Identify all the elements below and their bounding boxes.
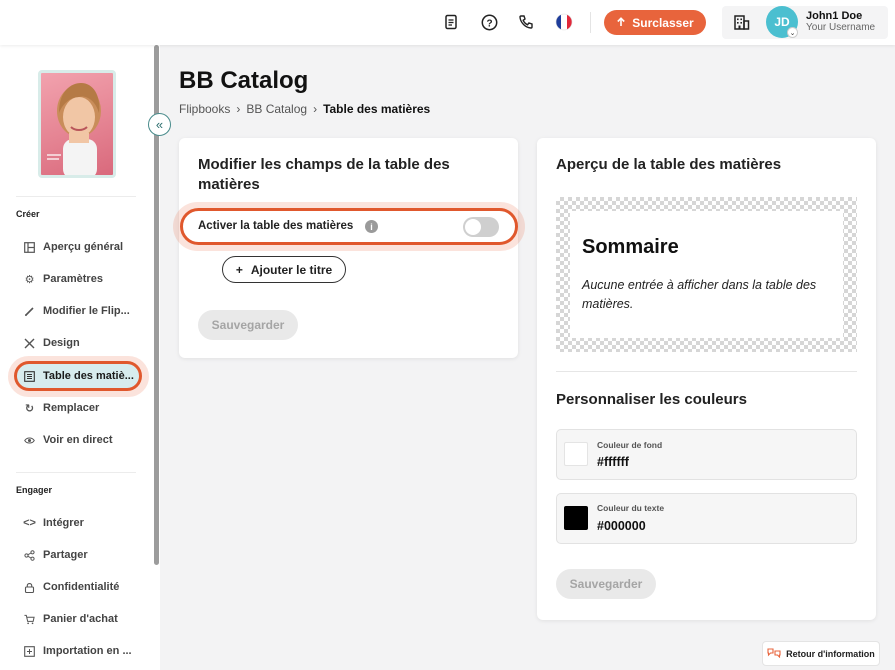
sidebar-item-toc[interactable]: Table des matiè... bbox=[24, 366, 134, 386]
text-color-swatch[interactable] bbox=[564, 506, 588, 530]
sidebar-item-label: Voir en direct bbox=[43, 434, 113, 446]
list-icon bbox=[24, 370, 35, 382]
sidebar-item-share[interactable]: Partager bbox=[24, 545, 88, 565]
enable-toc-label: Activer la table des matières bbox=[198, 220, 354, 232]
sidebar-item-settings[interactable]: ⚙ Paramètres bbox=[24, 269, 103, 289]
upgrade-button[interactable]: Surclasser bbox=[604, 10, 706, 35]
sidebar-item-label: Paramètres bbox=[43, 273, 103, 285]
preview-card-heading: Aperçu de la table des matières bbox=[556, 156, 782, 173]
sidebar-item-label: Aperçu général bbox=[43, 241, 124, 253]
breadcrumb: Flipbooks › BB Catalog › Table des matiè… bbox=[179, 102, 430, 116]
save-button[interactable]: Sauvegarder bbox=[198, 310, 298, 340]
sidebar-item-design[interactable]: Design bbox=[24, 333, 80, 353]
gear-icon: ⚙ bbox=[24, 273, 35, 286]
chevron-down-icon: ⌄ bbox=[787, 27, 798, 38]
flipbook-cover-thumbnail[interactable] bbox=[38, 70, 116, 178]
sidebar-item-view-live[interactable]: Voir en direct bbox=[24, 430, 112, 450]
user-name: John1 Doe bbox=[806, 10, 863, 22]
sidebar-item-privacy[interactable]: Confidentialité bbox=[24, 577, 119, 597]
top-bar: ? Surclasser JD ⌄ John1 Doe Your Usernam… bbox=[0, 0, 895, 45]
sidebar-item-cart[interactable]: Panier d'achat bbox=[24, 609, 118, 629]
sidebar-item-label: Importation en ... bbox=[43, 645, 132, 657]
breadcrumb-item[interactable]: Flipbooks bbox=[179, 102, 230, 116]
sidebar-item-label: Panier d'achat bbox=[43, 613, 118, 625]
sidebar-item-embed[interactable]: <> Intégrer bbox=[23, 513, 84, 533]
info-icon[interactable]: i bbox=[365, 220, 378, 233]
building-icon[interactable] bbox=[731, 12, 751, 32]
layout-icon bbox=[24, 241, 35, 253]
user-username: Your Username bbox=[806, 22, 876, 33]
section-engage-label: Engager bbox=[16, 485, 53, 495]
sidebar-divider bbox=[16, 196, 136, 197]
design-tools-icon bbox=[24, 338, 35, 349]
chevron-right-icon: › bbox=[236, 102, 241, 116]
sidebar-item-label: Confidentialité bbox=[43, 581, 120, 593]
sidebar-item-overview[interactable]: Aperçu général bbox=[24, 237, 123, 257]
sidebar-item-label: Table des matiè... bbox=[43, 370, 134, 382]
enable-toc-toggle[interactable] bbox=[463, 217, 499, 237]
breadcrumb-item[interactable]: BB Catalog bbox=[246, 102, 307, 116]
page-title: BB Catalog bbox=[179, 67, 309, 94]
sidebar-divider bbox=[16, 472, 136, 473]
lock-icon bbox=[24, 582, 35, 593]
feedback-icon bbox=[767, 647, 781, 660]
refresh-icon: ↻ bbox=[24, 402, 35, 415]
colors-heading: Personnaliser les couleurs bbox=[556, 391, 747, 408]
text-color-value[interactable]: #000000 bbox=[597, 519, 646, 533]
feedback-button[interactable]: Retour d'information bbox=[762, 641, 880, 666]
preview-title: Sommaire bbox=[582, 236, 679, 258]
sidebar-item-replace[interactable]: ↻ Remplacer bbox=[24, 398, 99, 418]
text-color-label: Couleur du texte bbox=[597, 503, 665, 513]
background-color-value[interactable]: #ffffff bbox=[597, 455, 629, 469]
background-color-label: Couleur de fond bbox=[597, 440, 663, 450]
sidebar-item-label: Design bbox=[43, 337, 80, 349]
double-chevron-left-icon: « bbox=[155, 117, 164, 132]
sidebar-item-label: Modifier le Flip... bbox=[43, 305, 130, 317]
save-colors-button[interactable]: Sauvegarder bbox=[556, 569, 656, 599]
sidebar-item-label: Intégrer bbox=[43, 517, 84, 529]
pencil-icon bbox=[24, 306, 35, 317]
add-title-label: Ajouter le titre bbox=[250, 262, 333, 277]
share-icon bbox=[24, 549, 35, 561]
section-create-label: Créer bbox=[16, 209, 40, 219]
sidebar-item-import[interactable]: Importation en ... bbox=[24, 641, 132, 661]
card-divider bbox=[556, 371, 857, 372]
sidebar-item-label: Remplacer bbox=[43, 402, 100, 414]
add-title-button[interactable]: + Ajouter le titre bbox=[222, 256, 346, 283]
phone-icon[interactable] bbox=[516, 12, 536, 32]
svg-text:?: ? bbox=[486, 18, 492, 29]
arrow-up-icon bbox=[616, 16, 626, 30]
help-icon[interactable]: ? bbox=[479, 12, 499, 32]
feedback-label: Retour d'information bbox=[786, 648, 875, 659]
plus-icon: + bbox=[235, 262, 243, 277]
code-icon: <> bbox=[23, 517, 36, 529]
chevron-right-icon: › bbox=[313, 102, 318, 116]
edit-card-heading: Modifier les champs de la table des mati… bbox=[198, 156, 450, 193]
upgrade-label: Surclasser bbox=[632, 15, 694, 30]
eye-icon bbox=[24, 435, 35, 446]
portrait-image bbox=[47, 83, 101, 175]
sidebar-item-label: Partager bbox=[43, 549, 88, 561]
breadcrumb-current: Table des matières bbox=[323, 102, 431, 116]
toc-preview-panel bbox=[570, 211, 843, 338]
collapse-sidebar-button[interactable]: « bbox=[148, 113, 171, 136]
document-icon[interactable] bbox=[441, 12, 461, 32]
background-color-swatch[interactable] bbox=[564, 442, 588, 466]
flag-fr-icon[interactable] bbox=[554, 12, 574, 32]
topbar-divider bbox=[590, 12, 591, 33]
cart-icon bbox=[24, 614, 35, 625]
sidebar-item-edit-flipbook[interactable]: Modifier le Flip... bbox=[24, 301, 130, 321]
import-icon bbox=[24, 645, 35, 657]
preview-empty-message: Aucune entrée à afficher dans la table d… bbox=[582, 278, 817, 311]
